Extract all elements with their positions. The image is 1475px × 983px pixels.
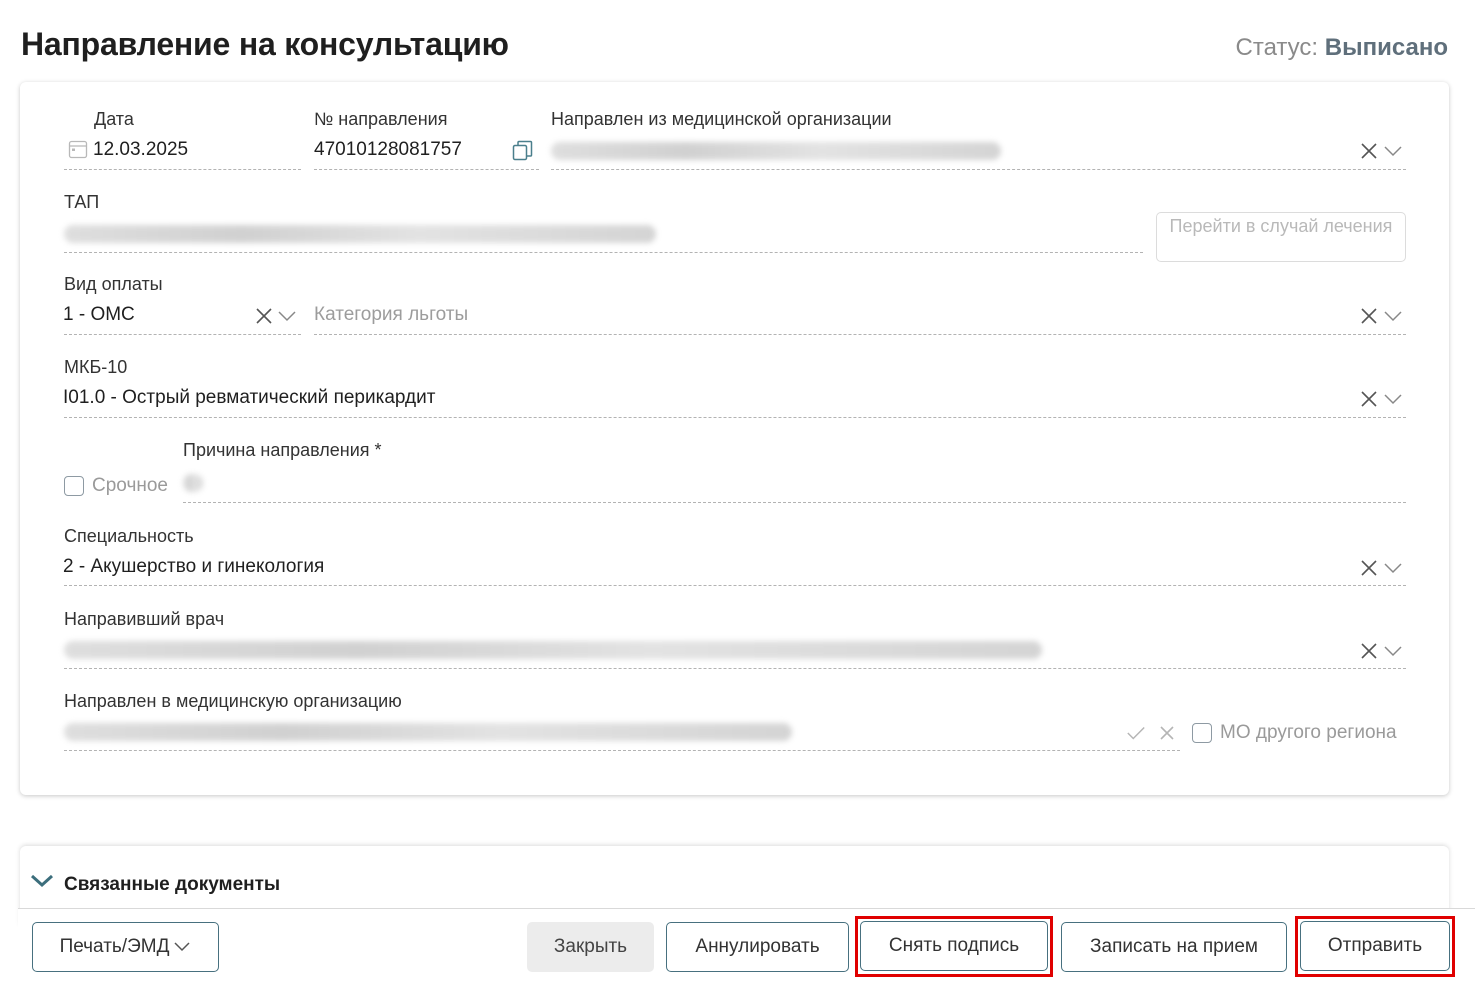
calendar-icon[interactable] [68, 139, 88, 159]
reason-underline [183, 502, 1406, 503]
chevron-down-icon[interactable] [1383, 641, 1403, 661]
other-region-label: МО другого региона [1220, 722, 1397, 743]
book-appointment-button[interactable]: Записать на прием [1061, 922, 1287, 972]
chevron-down-icon[interactable] [1383, 141, 1403, 161]
related-documents-title[interactable]: Связанные документы [64, 874, 280, 896]
doctor-underline [64, 668, 1406, 669]
tap-label: ТАП [64, 192, 100, 212]
payment-type-underline [64, 334, 301, 335]
referral-number-field: 47010128081757 [314, 139, 462, 160]
mkb10-field[interactable]: I01.0 - Острый ревматический перикардит [63, 387, 435, 409]
date-underline [64, 169, 301, 170]
doctor-label: Направивший врач [64, 609, 225, 629]
to-org-value-redacted[interactable] [64, 723, 792, 741]
print-emd-label: Печать/ЭМД [59, 936, 170, 957]
remove-signature-button[interactable]: Снять подпись [860, 921, 1048, 971]
payment-type-field[interactable]: 1 - ОМС [63, 304, 135, 326]
check-icon[interactable] [1126, 723, 1146, 743]
referral-number-label: № направления [314, 109, 448, 129]
benefit-category-underline [314, 334, 1406, 335]
date-field[interactable]: 12.03.2025 [93, 139, 188, 161]
tap-underline [64, 252, 1143, 253]
to-org-underline [64, 750, 1180, 751]
send-button[interactable]: Отправить [1300, 921, 1450, 971]
reason-value-redacted[interactable] [183, 474, 203, 492]
close-button[interactable]: Закрыть [527, 922, 654, 972]
chevron-down-icon[interactable] [1383, 389, 1403, 409]
to-org-label: Направлен в медицинскую организацию [64, 691, 402, 711]
benefit-category-field[interactable]: Категория льготы [314, 304, 468, 326]
chevron-down-icon[interactable] [277, 306, 297, 326]
go-to-case-button[interactable]: Перейти в случай лечения [1156, 212, 1406, 262]
urgent-checkbox[interactable] [64, 476, 84, 496]
date-label: Дата [94, 109, 134, 129]
specialty-label: Специальность [64, 526, 194, 546]
doctor-value-redacted[interactable] [64, 641, 1042, 659]
referral-form-card: Дата 12.03.2025 № направления 4701012808… [20, 82, 1449, 795]
clear-icon[interactable] [254, 306, 274, 326]
from-org-value-redacted[interactable] [551, 142, 1001, 160]
chevron-down-icon[interactable] [1383, 558, 1403, 578]
specialty-field[interactable]: 2 - Акушерство и гинекология [63, 556, 324, 578]
chevron-down-icon [174, 942, 190, 952]
page-title: Направление на консультацию [21, 26, 509, 62]
chevron-down-icon[interactable] [30, 872, 54, 890]
clear-icon[interactable] [1359, 389, 1379, 409]
clear-icon[interactable] [1359, 141, 1379, 161]
chevron-down-icon[interactable] [1383, 306, 1403, 326]
other-region-checkbox[interactable] [1192, 723, 1212, 743]
annul-button[interactable]: Аннулировать [666, 922, 849, 972]
reason-label: Причина направления * [183, 440, 382, 460]
clear-icon[interactable] [1157, 723, 1177, 743]
specialty-underline [64, 585, 1406, 586]
clear-icon[interactable] [1359, 641, 1379, 661]
mkb10-label: МКБ-10 [64, 357, 128, 377]
clear-icon[interactable] [1359, 558, 1379, 578]
from-org-underline [551, 169, 1406, 170]
status-indicator: Статус: Выписано [1236, 34, 1448, 62]
clear-icon[interactable] [1359, 306, 1379, 326]
status-value: Выписано [1324, 34, 1448, 61]
from-org-label: Направлен из медицинской организации [551, 109, 892, 129]
payment-type-label: Вид оплаты [64, 274, 163, 294]
print-emd-button[interactable]: Печать/ЭМД [32, 922, 219, 972]
mkb10-underline [64, 417, 1406, 418]
urgent-label: Срочное [92, 475, 168, 496]
referral-number-underline [314, 169, 539, 170]
tap-value-redacted[interactable] [64, 225, 656, 243]
copy-icon[interactable] [512, 140, 533, 161]
status-label: Статус: [1235, 34, 1319, 61]
